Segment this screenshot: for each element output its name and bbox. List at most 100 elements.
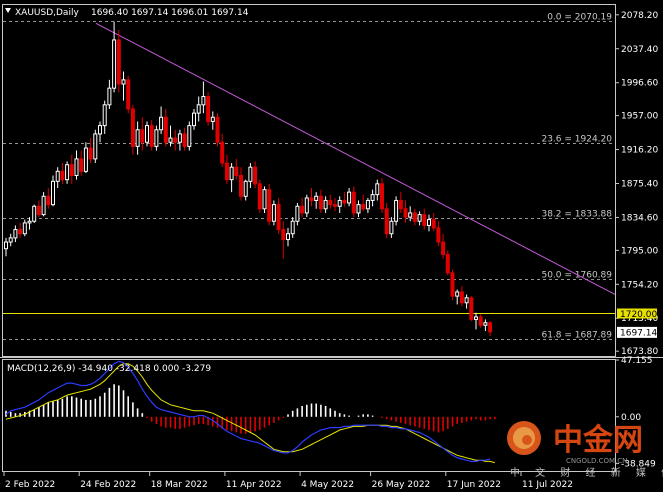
candle-body-bear [431,219,436,229]
candle-body-bull [55,170,60,182]
candle [347,187,352,207]
candle [370,189,375,207]
candle-body-bear [116,39,121,85]
candle-body-bull [375,183,380,196]
candle-body-bull [417,214,422,222]
candle [342,192,347,207]
candle-body-bull [210,116,215,122]
candle [83,142,88,174]
candle [257,179,262,213]
trendline[interactable] [95,22,616,295]
candle-body-bear [488,322,493,333]
cngold-watermark: 中金网 CNGOLD.COM.CN 中 文 财 经 新 媒 体 [507,421,663,479]
date-tick-label: 2 Feb 2022 [5,480,55,490]
candle-body-bull [22,222,27,235]
candle [318,189,323,213]
candle [441,233,446,259]
candle [276,197,281,234]
candle [182,128,187,151]
candle-body-bull [286,233,290,241]
symbol-label: XAUUSD,Daily [15,8,79,18]
price-tick-label: 1996.60 [621,79,658,89]
candle-body-bull [135,129,140,147]
candle [309,187,314,207]
candle [159,106,164,134]
candle-body-bear [140,129,145,143]
candle-body-bull [32,205,37,222]
candle-body-bear [384,208,389,235]
candle-body-bear [149,125,154,147]
candle [455,289,460,305]
candle [220,133,225,168]
candle-body-bear [380,183,384,210]
candle [215,113,220,147]
current-price-tag: 1697.14 [617,326,657,338]
macd-indicator [5,360,496,464]
watermark-brand: 中金网 [553,423,643,458]
candle [384,202,389,238]
candle-body-bear [69,164,74,177]
candle-body-bull [83,147,88,172]
candle-body-bull [159,116,164,131]
candle-body-bull [51,180,55,206]
candle [163,108,168,147]
candle-body-bear [88,147,93,160]
candle-body-bull [337,199,342,207]
candle [196,96,201,122]
candle [224,154,229,184]
candle [239,167,243,201]
candle-body-bull [121,79,126,85]
candle [403,200,408,223]
candle-body-bear [309,197,314,201]
candle-body-bear [318,195,323,210]
candle [177,129,182,151]
macd-tick-label: 0.00 [621,413,641,423]
price-tick-label: 1834.60 [621,213,658,223]
candle [262,186,267,213]
candle [51,175,55,207]
candle [201,81,206,114]
candle-body-bear [18,229,23,235]
price-panel-frame [2,4,616,357]
candle-body-bear [361,204,366,210]
chart-menu-icon[interactable] [5,8,11,13]
date-tick-label: 4 May 2022 [301,480,354,490]
candle-body-bull [177,133,182,143]
candle [422,208,427,230]
candle [41,192,46,217]
price-tick-label: 2037.40 [621,45,658,55]
candle-body-bull [168,137,173,143]
candle [102,100,107,134]
candle [488,321,493,337]
candle [328,194,333,209]
macd-header: MACD(12,26,9) -34.940 -32.418 0.000 -3.2… [7,364,211,374]
candle [46,187,51,209]
candle [365,197,370,213]
macd-main-line [5,360,491,462]
candle [290,217,295,238]
candle-body-bull [74,158,79,177]
candle [116,29,121,93]
candle-body-bear [300,205,305,214]
candle-body-bear [478,316,483,326]
candle [135,121,140,155]
candle [286,227,290,247]
watermark-logo-core [522,435,532,445]
price-tick-label: 1754.20 [621,280,658,290]
candle [69,154,74,184]
macd-signal-line [5,363,495,464]
candle [417,211,422,226]
candle [300,197,305,218]
candle-body-bull [65,164,70,181]
candle [253,161,258,188]
candle-body-bull [347,191,352,204]
candle [93,129,98,164]
candle-body-bull [295,205,300,222]
candle [149,119,154,151]
candle-body-bear [46,195,51,206]
candle-body-bull [455,291,460,297]
candle-body-bear [436,227,441,243]
chart-canvas[interactable]: 0.0 = 2070.19 23.6 = 1924.20 38.2 = 1833.8… [0,0,663,492]
candle-body-bear [398,199,403,210]
candle [431,212,436,232]
